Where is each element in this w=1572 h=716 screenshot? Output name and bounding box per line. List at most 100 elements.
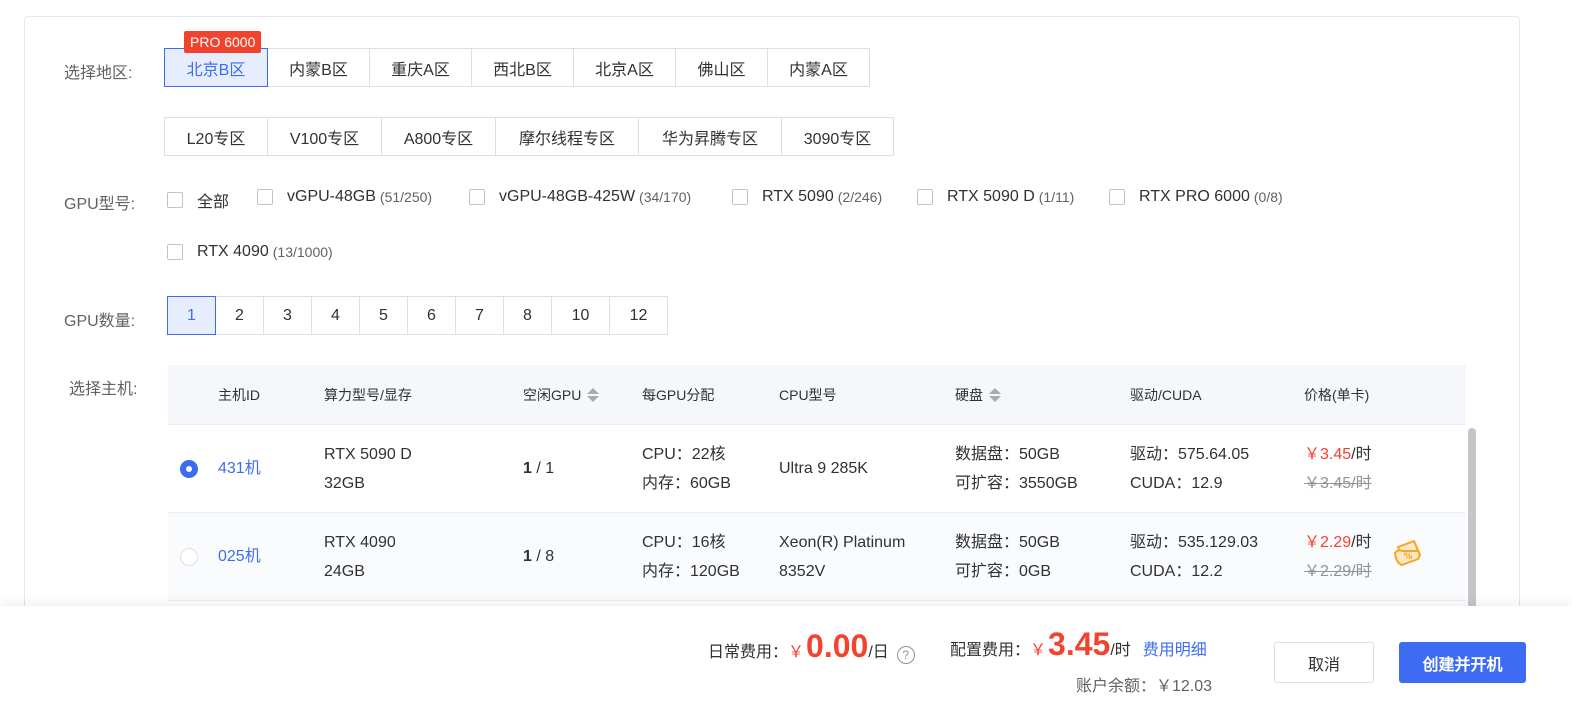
column-header-driver: 驱动/CUDA <box>1130 387 1202 403</box>
gpu-option-name: 全部 <box>197 194 230 211</box>
gpu-option-rtx-5090[interactable]: RTX 5090 (2/246) <box>732 188 882 206</box>
currency-symbol: ￥ <box>788 644 805 661</box>
gpu-count-option[interactable]: 4 <box>311 296 360 335</box>
account-balance: 账户余额：￥12.03 <box>1076 678 1213 695</box>
original-price: ￥2.29/时 <box>1304 563 1372 580</box>
config-fee: 配置费用： ￥ 3.45 /时 费用明细 <box>950 626 1207 663</box>
checkbox[interactable] <box>167 244 183 260</box>
gpu-option-vgpu-48gb[interactable]: vGPU-48GB (51/250) <box>257 188 432 206</box>
sort-icon[interactable] <box>587 388 600 402</box>
region-option[interactable]: 佛山区 <box>675 48 768 87</box>
region-option[interactable]: A800专区 <box>381 117 496 156</box>
driver-version: 驱动：575.64.05 <box>1130 446 1250 463</box>
gpu-model-label: GPU型号: <box>64 196 136 213</box>
gpu-count-group: 1 2 3 4 5 6 7 8 10 12 <box>167 296 668 335</box>
checkbox[interactable] <box>732 189 748 205</box>
radio-selected[interactable] <box>180 460 198 478</box>
region-option[interactable]: 内蒙A区 <box>767 48 870 87</box>
column-header-host-id: 主机ID <box>218 387 260 403</box>
column-header-label: 硬盘 <box>955 387 983 403</box>
total-gpu-count: / 8 <box>531 548 555 565</box>
region-option[interactable]: 摩尔线程专区 <box>495 117 639 156</box>
cuda-version: CUDA：12.9 <box>1130 475 1223 492</box>
table-header: 主机ID 算力型号/显存 空闲GPU 每GPU分配 CPU型号 硬盘 驱动/CU… <box>168 365 1466 425</box>
gpu-option-rtx-pro-6000[interactable]: RTX PRO 6000 (0/8) <box>1109 188 1283 206</box>
table-row[interactable]: 431机 RTX 5090 D 32GB 1 / 1 CPU：22核 内存：60… <box>168 425 1466 513</box>
daily-fee-unit: /日 <box>868 644 889 661</box>
gpu-option-name: RTX PRO 6000 <box>1139 188 1250 205</box>
free-gpu-count: 1 <box>523 548 532 565</box>
cancel-button[interactable]: 取消 <box>1274 642 1374 683</box>
sort-icon[interactable] <box>989 388 1001 402</box>
region-option[interactable]: 3090专区 <box>781 117 894 156</box>
gpu-option-rtx-4090[interactable]: RTX 4090 (13/1000) <box>167 243 333 261</box>
checkbox[interactable] <box>917 189 933 205</box>
table-scrollbar[interactable] <box>1468 428 1476 608</box>
help-icon[interactable]: ? <box>896 646 915 664</box>
gpu-count-option[interactable]: 7 <box>455 296 504 335</box>
region-label: 选择地区: <box>64 65 133 82</box>
region-option[interactable]: 内蒙B区 <box>267 48 370 87</box>
gpu-count-option[interactable]: 8 <box>503 296 552 335</box>
gpu-option-count: (1/11) <box>1038 189 1075 205</box>
host-id-link[interactable]: 025机 <box>218 548 261 565</box>
gpu-option-all[interactable]: 全部 <box>167 188 229 212</box>
region-option[interactable]: 北京A区 <box>573 48 676 87</box>
gpu-vram: 24GB <box>324 563 365 580</box>
gpu-count-option[interactable]: 1 <box>167 296 216 335</box>
expandable-disk: 可扩容：0GB <box>955 563 1052 580</box>
currency-symbol: ￥ <box>1030 642 1047 659</box>
gpu-count-option[interactable]: 2 <box>215 296 264 335</box>
gpu-count-option[interactable]: 6 <box>407 296 456 335</box>
checkbox[interactable] <box>1109 189 1125 205</box>
free-gpu-count: 1 <box>523 460 532 477</box>
daily-fee-value: 0.00 <box>806 628 869 664</box>
gpu-option-rtx-5090-d[interactable]: RTX 5090 D (1/11) <box>917 188 1074 206</box>
region-option[interactable]: 北京B区 <box>164 48 268 87</box>
checkbox[interactable] <box>257 189 273 205</box>
cpu-cores: CPU：16核 <box>642 534 726 551</box>
gpu-option-name: vGPU-48GB <box>287 188 376 205</box>
data-disk: 数据盘：50GB <box>955 534 1060 551</box>
current-price: ￥3.45 <box>1304 446 1352 463</box>
column-header-free-gpu[interactable]: 空闲GPU <box>523 365 600 425</box>
gpu-count-option[interactable]: 5 <box>359 296 408 335</box>
memory: 内存：120GB <box>642 563 740 580</box>
region-option[interactable]: 华为昇腾专区 <box>638 117 782 156</box>
cuda-version: CUDA：12.2 <box>1130 563 1223 580</box>
price-unit: /时 <box>1351 446 1372 463</box>
region-option[interactable]: V100专区 <box>267 117 382 156</box>
gpu-option-count: (34/170) <box>639 189 692 205</box>
host-id-link[interactable]: 431机 <box>218 460 261 477</box>
column-header-disk[interactable]: 硬盘 <box>955 365 1001 425</box>
create-and-start-button[interactable]: 创建并开机 <box>1399 642 1526 683</box>
cpu-cores: CPU：22核 <box>642 446 726 463</box>
table-row[interactable]: 025机 RTX 4090 24GB 1 / 8 CPU：16核 内存：120G… <box>168 513 1466 601</box>
fee-detail-link[interactable]: 费用明细 <box>1143 636 1207 660</box>
gpu-option-count: (2/246) <box>837 189 883 205</box>
region-option[interactable]: 重庆A区 <box>369 48 472 87</box>
gpu-option-name: RTX 4090 <box>197 243 269 260</box>
discount-icon: % <box>1394 540 1421 566</box>
pro-6000-tag: PRO 6000 <box>184 31 262 53</box>
column-header-model: 算力型号/显存 <box>324 387 412 403</box>
expandable-disk: 可扩容：3550GB <box>955 475 1078 492</box>
gpu-count-option[interactable]: 12 <box>609 296 668 335</box>
gpu-option-vgpu-48gb-425w[interactable]: vGPU-48GB-425W (34/170) <box>469 188 691 206</box>
gpu-option-count: (0/8) <box>1253 189 1283 205</box>
host-label: 选择主机: <box>69 381 138 398</box>
config-fee-unit: /时 <box>1110 642 1131 659</box>
region-group-special: L20专区 V100专区 A800专区 摩尔线程专区 华为昇腾专区 3090专区 <box>164 117 894 156</box>
region-option[interactable]: L20专区 <box>164 117 268 156</box>
region-option[interactable]: 西北B区 <box>471 48 574 87</box>
radio-unselected[interactable] <box>180 548 198 566</box>
checkbox[interactable] <box>469 189 485 205</box>
current-price: ￥2.29 <box>1304 534 1352 551</box>
daily-fee-label: 日常费用： <box>708 644 789 661</box>
gpu-count-option[interactable]: 3 <box>263 296 312 335</box>
gpu-option-name: RTX 5090 D <box>947 188 1035 205</box>
gpu-count-option[interactable]: 10 <box>551 296 610 335</box>
config-fee-value: 3.45 <box>1048 626 1111 662</box>
column-header-label: 空闲GPU <box>523 387 582 403</box>
checkbox[interactable] <box>167 192 183 208</box>
